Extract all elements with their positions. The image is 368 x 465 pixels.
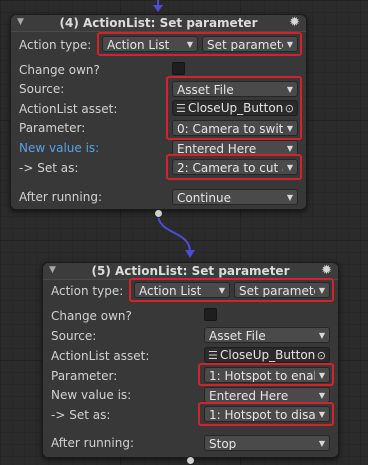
dropdown-arrow-icon: ▼ — [286, 193, 293, 202]
source-value: Asset File — [209, 329, 266, 343]
action-node-5[interactable]: ▼ (5) ActionList: Set parameter ✹ Action… — [42, 262, 339, 458]
change-own-label: Change own? — [19, 63, 100, 77]
asset-value: CloseUp_Button_ — [220, 348, 315, 362]
after-running-value: Stop — [209, 437, 237, 451]
new-value-label: New value is: — [19, 141, 100, 155]
action-type-label: Action type: — [51, 284, 124, 298]
highlight-box — [166, 76, 302, 140]
set-as-label: -> Set as: — [51, 408, 111, 422]
after-running-dropdown[interactable]: Stop ▼ — [204, 435, 330, 451]
dropdown-arrow-icon: ▼ — [318, 331, 325, 340]
action-type-label: Action type: — [19, 38, 92, 52]
node-header[interactable]: ▼ (4) ActionList: Set parameter ✹ — [11, 15, 306, 32]
connection-arrow-icon — [185, 250, 195, 258]
actionlist-asset-field[interactable]: ☰ CloseUp_Button_ ⊙ — [204, 347, 330, 363]
set-as-label: -> Set as: — [19, 161, 79, 175]
actionlist-asset-label: ActionList asset: — [51, 349, 150, 363]
dropdown-arrow-icon: ▼ — [318, 391, 325, 400]
after-running-label: After running: — [51, 436, 134, 450]
source-dropdown[interactable]: Asset File ▼ — [204, 327, 330, 343]
output-port[interactable] — [154, 209, 163, 218]
highlight-box — [198, 402, 334, 426]
highlight-box — [166, 154, 302, 180]
gear-icon[interactable]: ✹ — [321, 263, 332, 278]
source-label: Source: — [19, 82, 65, 96]
change-own-checkbox[interactable] — [172, 62, 185, 75]
new-value-label: New value is: — [51, 388, 132, 402]
action-node-4[interactable]: ▼ (4) ActionList: Set parameter ✹ Action… — [10, 14, 307, 210]
highlight-box — [97, 32, 302, 56]
after-running-label: After running: — [19, 190, 102, 204]
node-title: (5) ActionList: Set parameter — [91, 264, 290, 278]
parameter-label: Parameter: — [19, 121, 86, 135]
parameter-label: Parameter: — [51, 369, 118, 383]
change-own-label: Change own? — [51, 309, 132, 323]
actionlist-asset-label: ActionList asset: — [19, 102, 118, 116]
incoming-arrow-icon — [153, 5, 163, 12]
object-picker-icon[interactable]: ⊙ — [317, 348, 326, 363]
after-running-value: Continue — [177, 191, 231, 205]
node-title: (4) ActionList: Set parameter — [59, 16, 258, 30]
source-label: Source: — [51, 329, 97, 343]
gear-icon[interactable]: ✹ — [289, 15, 300, 30]
highlight-box — [198, 363, 334, 386]
new-value-value: Entered Here — [209, 389, 289, 403]
after-running-dropdown[interactable]: Continue ▼ — [172, 189, 298, 205]
dropdown-arrow-icon: ▼ — [318, 439, 325, 448]
connection-line — [157, 213, 191, 253]
highlight-box — [129, 278, 334, 302]
change-own-checkbox[interactable] — [204, 308, 217, 321]
new-value-dropdown[interactable]: Entered Here ▼ — [204, 387, 330, 403]
script-file-icon: ☰ — [208, 349, 218, 362]
